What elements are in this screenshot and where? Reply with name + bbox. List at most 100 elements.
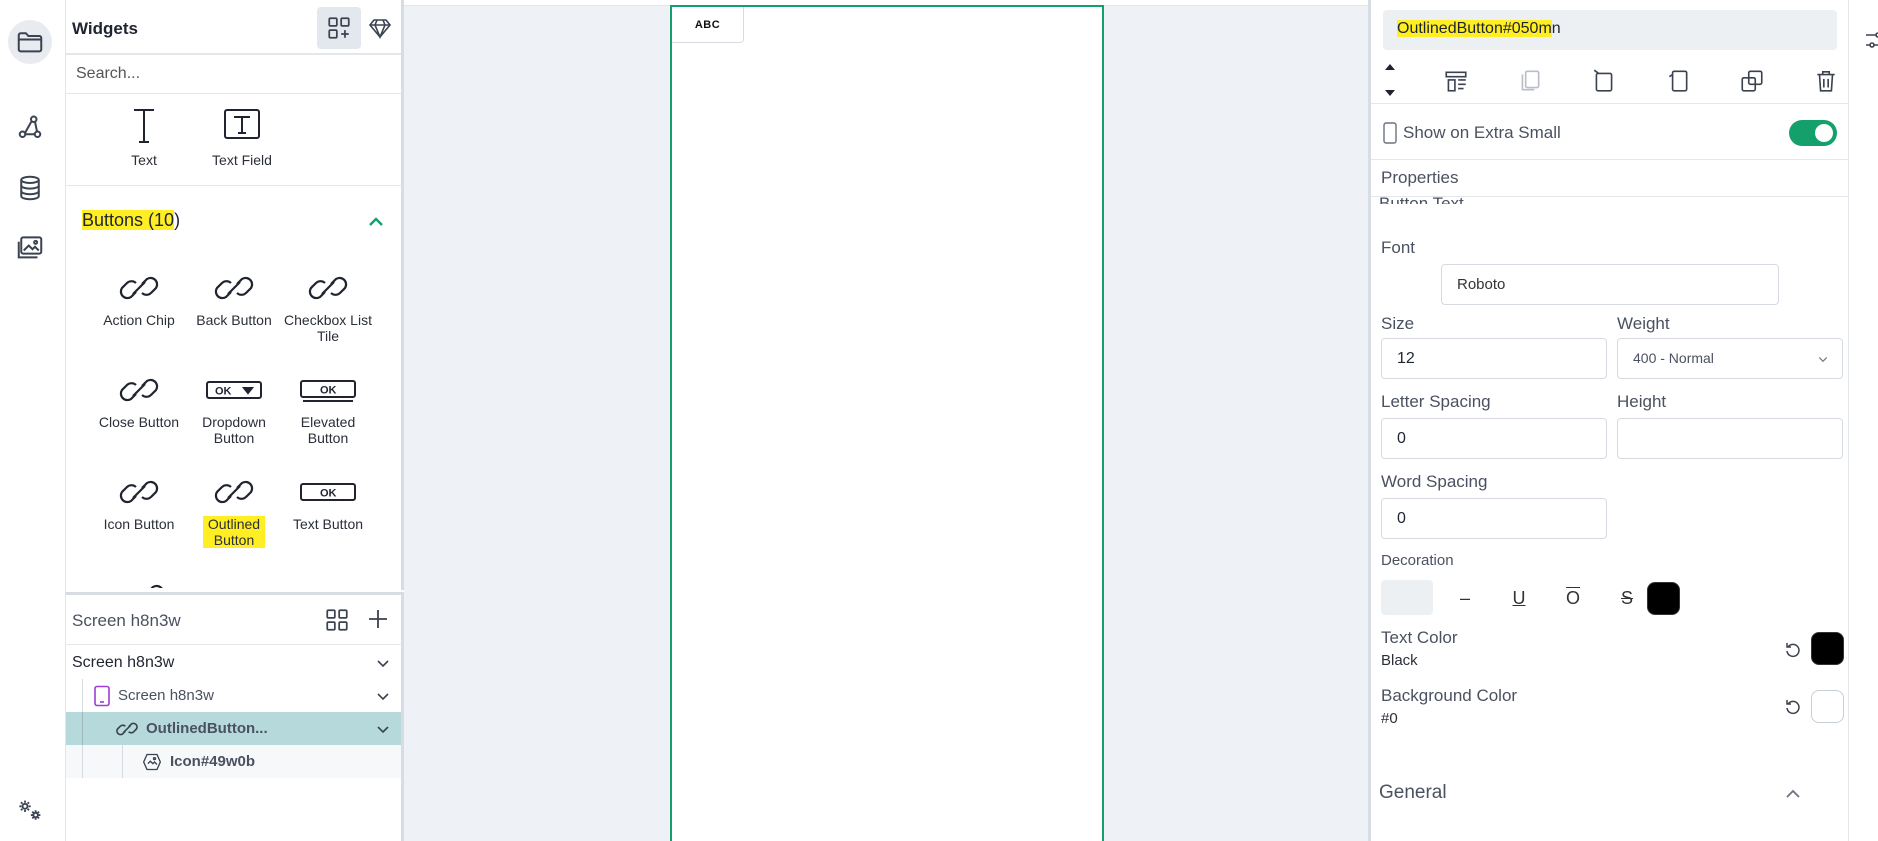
plus-icon[interactable] bbox=[366, 607, 390, 631]
overline-icon[interactable]: O bbox=[1559, 584, 1587, 612]
connections-icon[interactable] bbox=[8, 106, 52, 150]
tree-header: Screen h8n3w bbox=[66, 595, 401, 645]
text-color-value: Black bbox=[1381, 652, 1418, 669]
add-widget-button[interactable] bbox=[317, 7, 361, 49]
left-nav-rail bbox=[0, 0, 66, 841]
link-icon bbox=[116, 722, 138, 735]
properties-toolbar bbox=[1371, 58, 1848, 104]
right-edge-rail bbox=[1848, 0, 1878, 841]
link-icon bbox=[122, 578, 168, 588]
background-color-label: Background Color bbox=[1381, 686, 1518, 705]
buttons-section-heading[interactable]: Buttons (10) bbox=[82, 210, 180, 231]
database-icon[interactable] bbox=[8, 166, 52, 210]
media-icon[interactable] bbox=[8, 226, 52, 270]
weight-select[interactable]: 400 - Normal bbox=[1617, 338, 1843, 379]
text-color-swatch[interactable] bbox=[1811, 632, 1844, 665]
widget-tile-dropdown-button[interactable]: OK Dropdown Button bbox=[186, 372, 282, 446]
wrap-widget-icon[interactable] bbox=[1441, 66, 1471, 96]
size-input[interactable]: 12 bbox=[1381, 338, 1607, 379]
widget-tile-close-button[interactable]: Close Button bbox=[91, 372, 187, 430]
widget-tile-text-field[interactable]: Text Field bbox=[194, 106, 290, 168]
phone-frame[interactable]: ABC bbox=[670, 5, 1104, 841]
design-canvas[interactable]: ABC bbox=[404, 0, 1368, 841]
link-icon bbox=[214, 480, 254, 504]
properties-panel: OutlinedButton#050mn Show on Extra Small… bbox=[1368, 0, 1848, 841]
height-label: Height bbox=[1617, 392, 1667, 411]
phone-icon bbox=[1383, 122, 1397, 144]
height-input[interactable] bbox=[1617, 418, 1843, 459]
background-color-swatch[interactable] bbox=[1811, 690, 1844, 723]
word-spacing-input[interactable]: 0 bbox=[1381, 498, 1607, 539]
chevron-down-icon[interactable] bbox=[375, 688, 391, 704]
paste-icon[interactable] bbox=[1737, 66, 1767, 96]
svg-text:OK: OK bbox=[320, 385, 337, 397]
widget-tile-action-chip[interactable]: Action Chip bbox=[91, 270, 187, 328]
underline-icon[interactable]: U bbox=[1505, 584, 1533, 612]
phone-icon bbox=[94, 685, 110, 706]
show-on-extra-small-toggle[interactable] bbox=[1789, 120, 1837, 146]
widget-search-input[interactable] bbox=[66, 54, 401, 94]
widget-grid-plus-icon bbox=[328, 17, 350, 39]
button-text-label: Button Text bbox=[1379, 194, 1464, 204]
chevron-up-icon[interactable] bbox=[366, 212, 386, 230]
sliders-icon[interactable] bbox=[1863, 28, 1878, 52]
reorder-arrows[interactable] bbox=[1383, 62, 1397, 98]
widget-tile-text[interactable]: Text bbox=[96, 106, 192, 168]
reset-icon[interactable] bbox=[1783, 640, 1803, 660]
duplicate-disabled-icon bbox=[1515, 66, 1545, 96]
text-field-icon bbox=[224, 109, 260, 139]
weight-label: Weight bbox=[1617, 314, 1670, 333]
icon-widget-icon bbox=[142, 753, 162, 770]
general-section-title[interactable]: General bbox=[1379, 782, 1447, 804]
tree-row-outlined-button[interactable]: OutlinedButton... bbox=[66, 712, 401, 745]
line-through-icon[interactable]: S bbox=[1613, 584, 1641, 612]
chevron-down-icon[interactable] bbox=[375, 721, 391, 737]
tree-title: Screen h8n3w bbox=[72, 611, 181, 630]
font-label: Font bbox=[1381, 238, 1416, 257]
widget-tile-elevated-button[interactable]: OK Elevated Button bbox=[280, 372, 376, 446]
widgets-panel: Widgets Text Text Field Buttons (10) Act… bbox=[66, 0, 404, 590]
letter-spacing-label: Letter Spacing bbox=[1381, 392, 1491, 411]
gem-icon[interactable] bbox=[366, 14, 394, 42]
chevron-up-icon[interactable] bbox=[1783, 784, 1803, 802]
tree-row-icon[interactable]: Icon#49w0b bbox=[66, 745, 401, 778]
widget-id-field[interactable]: OutlinedButton#050mn bbox=[1383, 10, 1837, 50]
font-select[interactable]: Roboto bbox=[1441, 264, 1779, 305]
widget-tile-icon-button[interactable]: Icon Button bbox=[91, 474, 187, 532]
link-icon bbox=[119, 276, 159, 300]
widget-tree-panel: Screen h8n3w Screen h8n3w Screen h8n3w O… bbox=[66, 592, 404, 841]
copy-icon[interactable] bbox=[1663, 66, 1693, 96]
link-icon bbox=[308, 276, 348, 300]
show-on-extra-small-row: Show on Extra Small bbox=[1371, 104, 1848, 160]
chevron-down-icon[interactable] bbox=[375, 655, 391, 671]
widget-tile-text-button[interactable]: OK Text Button bbox=[280, 474, 376, 532]
text-button-icon: OK bbox=[300, 483, 356, 501]
settings-icon[interactable] bbox=[8, 788, 52, 832]
widget-tile-outlined-button[interactable]: Outlined Button bbox=[186, 474, 282, 548]
canvas-outlined-button[interactable]: ABC bbox=[672, 7, 744, 43]
folder-icon[interactable] bbox=[8, 20, 52, 64]
link-icon bbox=[214, 276, 254, 300]
widget-tile-checkbox-list-tile[interactable]: Checkbox List Tile bbox=[280, 270, 376, 344]
reset-icon[interactable] bbox=[1783, 697, 1803, 717]
widget-tile-back-button[interactable]: Back Button bbox=[186, 270, 282, 328]
letter-spacing-input[interactable]: 0 bbox=[1381, 418, 1607, 459]
link-icon bbox=[119, 378, 159, 402]
decoration-none-option[interactable] bbox=[1381, 580, 1433, 615]
tree-row-screen[interactable]: Screen h8n3w bbox=[66, 679, 401, 712]
size-label: Size bbox=[1381, 314, 1415, 333]
word-spacing-label: Word Spacing bbox=[1381, 472, 1488, 491]
svg-text:OK: OK bbox=[320, 488, 337, 500]
widget-tile-label: Text bbox=[131, 152, 157, 168]
strike-dash-icon[interactable]: – bbox=[1451, 584, 1479, 612]
decoration-label: Decoration bbox=[1381, 552, 1454, 569]
svg-text:OK: OK bbox=[215, 386, 232, 398]
trash-icon[interactable] bbox=[1811, 66, 1841, 96]
grid-icon[interactable] bbox=[324, 607, 350, 633]
cut-icon[interactable] bbox=[1589, 66, 1619, 96]
show-on-extra-small-label: Show on Extra Small bbox=[1403, 123, 1561, 142]
decoration-color-swatch[interactable] bbox=[1647, 582, 1680, 615]
widget-tile-label: Text Field bbox=[212, 152, 272, 168]
tree-row-screen-root[interactable]: Screen h8n3w bbox=[66, 646, 401, 679]
properties-section-title: Properties bbox=[1381, 168, 1459, 187]
